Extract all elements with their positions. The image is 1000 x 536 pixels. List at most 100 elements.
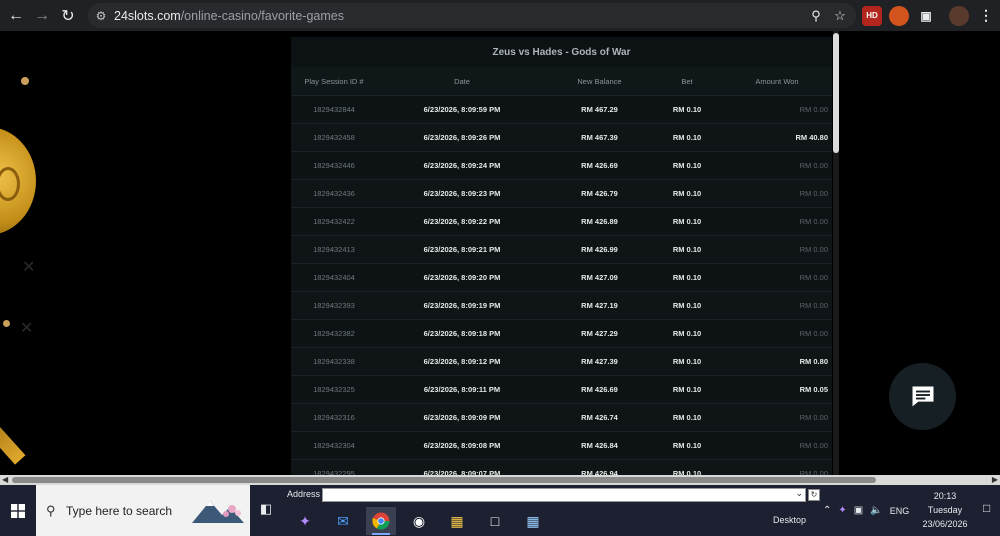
network-icon[interactable]: ▣ — [854, 505, 863, 516]
media-app-icon[interactable]: ◉ — [404, 507, 434, 535]
chevron-down-icon[interactable]: ⌄ — [795, 488, 803, 499]
file-explorer-icon[interactable]: ▦ — [442, 507, 472, 535]
task-view-icon[interactable]: ◧ — [256, 501, 276, 521]
bet-cell: RM 0.10 — [672, 385, 702, 394]
url-domain: 24slots.com — [114, 8, 181, 23]
address-bar[interactable]: ⚙ 24slots.com/online-casino/favorite-gam… — [88, 3, 856, 28]
gold-coin-decoration — [0, 127, 36, 235]
session-id-cell: 1829432393 — [313, 301, 355, 310]
document-app-icon[interactable]: □ — [480, 507, 510, 535]
vertical-scrollbar[interactable] — [833, 31, 839, 475]
sparkle-decoration: ✕ — [20, 320, 34, 337]
session-id-cell: 1829432338 — [313, 357, 355, 366]
session-id-cell: 1829432304 — [313, 441, 355, 450]
bet-cell: RM 0.10 — [672, 245, 702, 254]
mail-app-icon[interactable]: ✉ — [328, 507, 358, 535]
forward-icon[interactable]: → — [29, 3, 55, 29]
new-balance-cell: RM 426.69 — [581, 385, 618, 394]
feather-app-icon[interactable]: ✦ — [290, 507, 320, 535]
amount-won-cell: RM 0.00 — [799, 301, 828, 310]
table-row: 1829432458 6/23/2026, 8:09:26 PM RM 467.39… — [291, 124, 832, 152]
game-history-panel: Zeus vs Hades - Gods of War Play Session… — [291, 37, 832, 475]
new-balance-cell: RM 427.09 — [581, 273, 618, 282]
new-balance-cell: RM 426.79 — [581, 189, 618, 198]
new-balance-cell: RM 427.39 — [581, 357, 618, 366]
date-cell: 6/23/2026, 8:09:09 PM — [423, 413, 501, 422]
new-balance-cell: RM 426.69 — [581, 161, 618, 170]
bet-cell: RM 0.10 — [672, 329, 702, 338]
table-row: 1829432325 6/23/2026, 8:09:11 PM RM 426.69… — [291, 376, 832, 404]
taskbar-search[interactable]: ⚲ Type here to search — [36, 485, 250, 536]
profile-avatar[interactable] — [949, 5, 969, 26]
date-cell: 6/23/2026, 8:09:23 PM — [423, 189, 501, 198]
table-row: 1829432844 6/23/2026, 8:09:59 PM RM 467.29… — [291, 96, 832, 124]
language-indicator[interactable]: ENG — [890, 506, 910, 516]
bet-cell: RM 0.10 — [672, 357, 702, 366]
session-id-cell: 1829432422 — [313, 217, 355, 226]
amount-won-cell: RM 0.00 — [799, 441, 828, 450]
session-id-cell: 1829432404 — [313, 273, 355, 282]
zoom-icon[interactable]: ⚲ — [806, 8, 826, 24]
date-cell: 6/23/2026, 8:09:59 PM — [423, 105, 501, 114]
desktop-toolbar-label[interactable]: Desktop — [773, 515, 806, 525]
table-body: 1829432844 6/23/2026, 8:09:59 PM RM 467.29… — [291, 96, 832, 475]
date-cell: 6/23/2026, 8:09:19 PM — [423, 301, 501, 310]
start-button[interactable] — [0, 485, 36, 536]
calculator-app-icon[interactable]: ▦ — [518, 507, 548, 535]
table-row: 1829432338 6/23/2026, 8:09:12 PM RM 427.39… — [291, 348, 832, 376]
chevron-up-icon[interactable]: ⌃ — [823, 505, 831, 516]
menu-kebab-icon[interactable]: ⋮ — [976, 6, 996, 26]
url-text[interactable]: 24slots.com/online-casino/favorite-games — [114, 9, 344, 23]
notification-icon[interactable]: □ — [983, 501, 990, 515]
reload-icon[interactable]: ↻ — [55, 3, 81, 29]
date-cell: 6/23/2026, 8:09:18 PM — [423, 329, 501, 338]
new-balance-cell: RM 426.84 — [581, 441, 618, 450]
amount-won-cell: RM 0.00 — [799, 273, 828, 282]
bet-cell: RM 0.10 — [672, 273, 702, 282]
system-clock[interactable]: 20:13 Tuesday 23/06/2026 — [912, 489, 978, 531]
pen-tray-icon[interactable]: ✦ — [838, 505, 846, 516]
panel-title: Zeus vs Hades - Gods of War — [291, 37, 832, 67]
table-row: 1829432295 6/23/2026, 8:09:07 PM RM 426.94… — [291, 460, 832, 475]
amount-won-cell: RM 40.80 — [795, 133, 828, 142]
bet-cell: RM 0.10 — [672, 217, 702, 226]
date-cell: 6/23/2026, 8:09:12 PM — [423, 357, 501, 366]
windows-logo-icon — [11, 503, 25, 518]
horizontal-scrollbar[interactable]: ◀ ▶ — [0, 475, 1000, 485]
chrome-app-icon[interactable] — [366, 507, 396, 535]
bet-cell: RM 0.10 — [672, 301, 702, 310]
hd-extension-icon[interactable]: HD — [862, 5, 882, 26]
date-cell: 6/23/2026, 8:09:22 PM — [423, 217, 501, 226]
scroll-right-icon[interactable]: ▶ — [992, 475, 998, 484]
search-highlight-illustration — [192, 501, 244, 523]
address-toolbar-label: Address — [287, 489, 321, 499]
new-balance-cell: RM 426.89 — [581, 217, 618, 226]
table-row: 1829432382 6/23/2026, 8:09:18 PM RM 427.29… — [291, 320, 832, 348]
scroll-left-icon[interactable]: ◀ — [2, 475, 8, 484]
volume-icon[interactable]: 🔈 — [870, 505, 882, 516]
column-header-date: Date — [454, 76, 470, 86]
new-balance-cell: RM 467.29 — [581, 105, 618, 114]
url-path: /online-casino/favorite-games — [180, 8, 344, 23]
extensions-puzzle-icon[interactable]: ▣ — [916, 6, 936, 26]
column-header-amount-won: Amount Won — [755, 76, 799, 86]
site-info-icon[interactable]: ⚙ — [88, 9, 114, 23]
chrome-logo-icon — [372, 512, 390, 530]
date-cell: 6/23/2026, 8:09:26 PM — [423, 133, 501, 142]
gold-ribbon-decoration — [0, 388, 26, 465]
search-icon: ⚲ — [46, 502, 56, 518]
horizontal-scrollbar-thumb[interactable] — [12, 477, 876, 483]
extension-icon[interactable] — [889, 5, 909, 26]
column-header-new-balance: New Balance — [577, 76, 622, 86]
session-id-cell: 1829432844 — [313, 105, 355, 114]
bet-cell: RM 0.10 — [672, 105, 702, 114]
address-toolbar-input[interactable]: ⌄ — [322, 488, 806, 502]
vertical-scrollbar-thumb[interactable] — [833, 33, 839, 153]
session-id-cell: 1829432446 — [313, 161, 355, 170]
amount-won-cell: RM 0.00 — [799, 161, 828, 170]
column-header-session-id: Play Session ID # — [304, 76, 364, 86]
live-chat-button[interactable] — [889, 363, 956, 430]
back-icon[interactable]: ← — [3, 3, 29, 29]
bookmark-star-icon[interactable]: ☆ — [830, 8, 850, 24]
address-go-icon[interactable]: ↻ — [808, 489, 820, 501]
